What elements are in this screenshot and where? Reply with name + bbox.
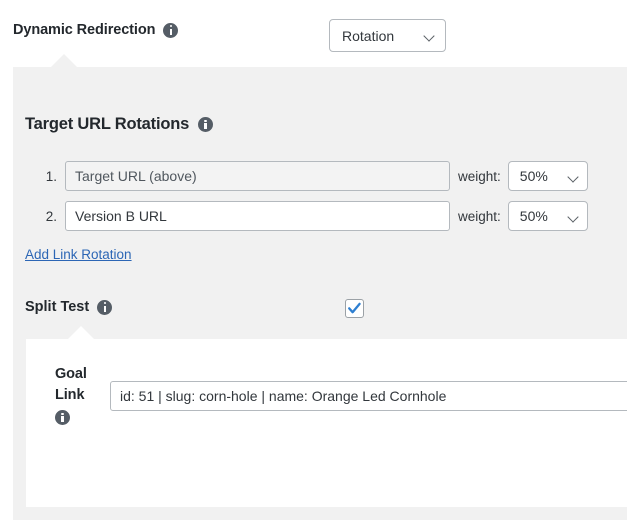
rotation-url-input[interactable] <box>65 201 450 231</box>
rotation-index: 1. <box>45 168 57 184</box>
weight-label: weight: <box>458 208 501 224</box>
rotations-section-title-text: Target URL Rotations <box>25 115 190 133</box>
table-row: 2. weight: 50% <box>39 201 588 231</box>
add-link-rotation-link[interactable]: Add Link Rotation <box>25 247 132 262</box>
goal-link-label-line-1: Goal <box>55 366 87 382</box>
check-icon <box>348 302 361 314</box>
dynamic-redirection-row: Dynamic Redirection Rotation <box>0 0 627 67</box>
goal-link-label-line-2: Link <box>55 387 85 403</box>
info-icon[interactable] <box>97 299 113 315</box>
chevron-down-icon <box>424 30 435 41</box>
table-row: 1. weight: 50% <box>39 161 588 191</box>
rotation-weight-value: 50% <box>519 168 548 184</box>
goal-link-info-wrap <box>55 410 110 432</box>
rotation-weight-select[interactable]: 50% <box>507 201 588 231</box>
dynamic-redirection-label-text: Dynamic Redirection <box>13 22 156 38</box>
chevron-down-icon <box>568 211 579 222</box>
info-icon[interactable] <box>198 117 214 132</box>
panel-pointer-triangle <box>68 326 94 339</box>
goal-link-input[interactable] <box>110 381 627 411</box>
panel-pointer-triangle <box>51 54 77 67</box>
redirection-mode-select[interactable]: Rotation <box>329 19 446 52</box>
info-icon[interactable] <box>163 22 179 38</box>
redirection-mode-value: Rotation <box>342 27 395 44</box>
chevron-down-icon <box>568 171 579 182</box>
settings-screen: Dynamic Redirection Rotation Target URL … <box>0 0 627 524</box>
rotation-url-input[interactable] <box>65 161 450 191</box>
weight-label: weight: <box>458 168 501 184</box>
goal-link-label: Goal Link <box>55 364 110 432</box>
rotations-section-title: Target URL Rotations <box>25 115 214 134</box>
info-icon[interactable] <box>55 410 70 425</box>
split-test-label: Split Test <box>25 299 113 315</box>
rotations-panel: Target URL Rotations 1. weight: 50% 2. w… <box>13 54 627 520</box>
split-test-label-text: Split Test <box>25 299 90 315</box>
dynamic-redirection-label: Dynamic Redirection <box>13 22 179 38</box>
rotation-index: 2. <box>45 208 57 224</box>
split-test-checkbox[interactable] <box>345 299 364 318</box>
rotation-weight-value: 50% <box>519 208 548 224</box>
rotation-weight-select[interactable]: 50% <box>507 161 588 191</box>
goal-link-panel: Goal Link <box>26 326 627 507</box>
